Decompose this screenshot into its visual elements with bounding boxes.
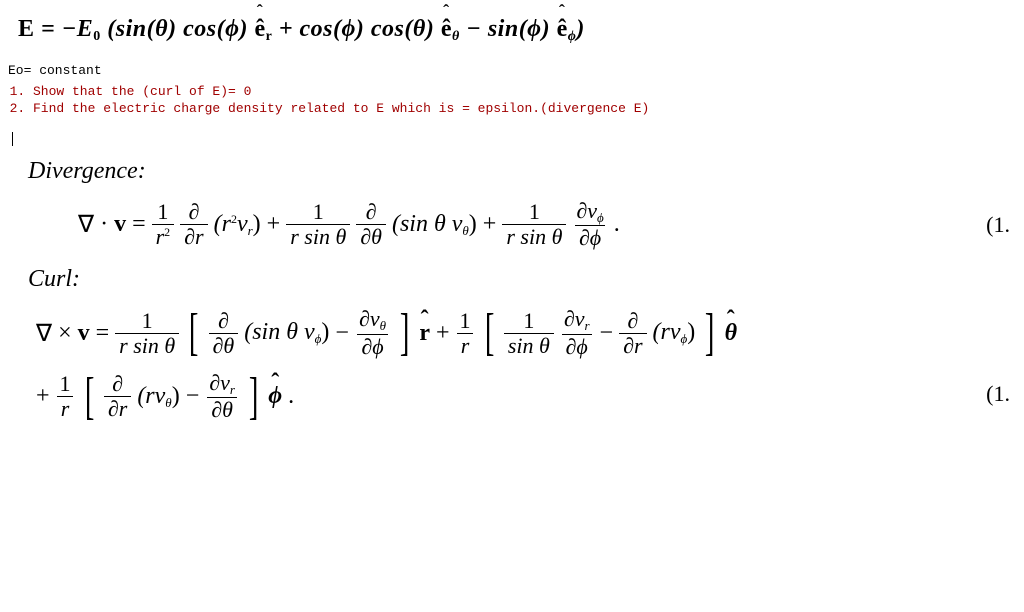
E-symbol: E [18,16,35,42]
curl-heading: Curl: [28,266,1006,293]
unit-vector-etheta: ˆê [441,16,452,43]
equation-number-2: (1. [986,381,1010,407]
d-dr: ∂ ∂r [180,200,207,249]
phi-hat: ˆϕ [268,383,282,410]
r-hat: ˆr [419,320,430,347]
divergence-heading: Divergence: [28,158,1006,185]
problem-2: Find the electric charge density related… [33,101,1006,116]
problem-list: Show that the (curl of E)= 0 Find the el… [15,84,1006,116]
right-bracket: ] [400,312,410,354]
frac-1-r2: 1 r2 [152,200,175,249]
curl-formula-row-1: ∇ × v = 1 r sin θ [ ∂ ∂θ (sin θ vϕ) − ∂v… [18,307,1006,358]
problem-1: Show that the (curl of E)= 0 [33,84,1006,99]
curl-formula-line2: + 1 r [ ∂ ∂r (rvθ) − ∂vr ∂θ ] ˆϕ . [36,371,294,422]
curl-formula-line1: ∇ × v = 1 r sin θ [ ∂ ∂θ (sin θ vϕ) − ∂v… [36,307,737,358]
equation-number-1: (1. [986,212,1010,238]
unit-vector-ephi: ˆê [557,16,568,43]
divergence-formula-row: ∇ · v = 1 r2 ∂ ∂r (r2vr) + 1 r sin θ ∂ ∂… [18,199,1006,250]
divergence-formula: ∇ · v = 1 r2 ∂ ∂r (r2vr) + 1 r sin θ ∂ ∂… [78,199,620,250]
left-bracket: [ [189,312,199,354]
main-equation: E = −E0 (sin(θ) cos(ϕ) ˆêr + cos(ϕ) cos(… [18,16,1006,45]
theta-hat: ˆθ [725,320,737,347]
eo-constant-note: Eo= constant [8,63,1006,78]
curl-formula-row-2: + 1 r [ ∂ ∂r (rvθ) − ∂vr ∂θ ] ˆϕ . (1. [18,365,1006,422]
unit-vector-er: ˆê [254,16,265,43]
text-cursor [12,132,13,146]
